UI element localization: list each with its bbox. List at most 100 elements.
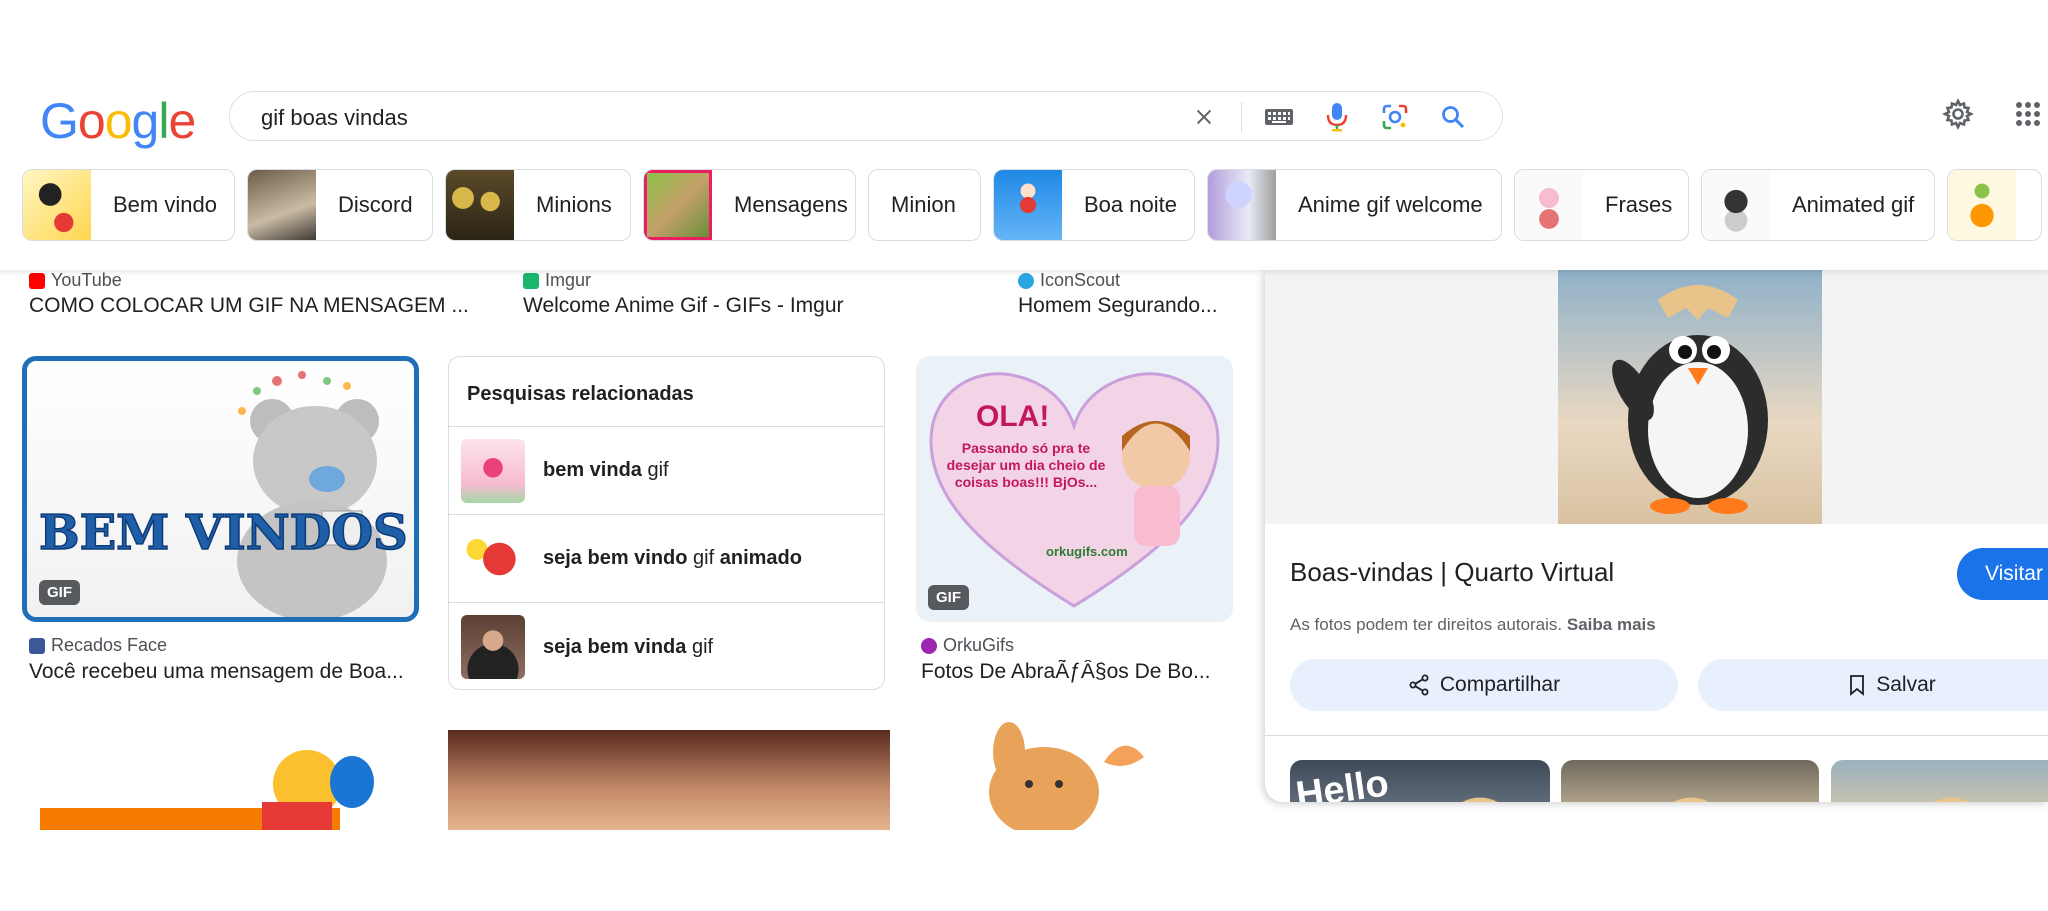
result-source[interactable]: OrkuGifs [921,635,1014,656]
related-item[interactable]: seja bem vinda gif [449,603,884,689]
logo-letter: e [168,93,196,149]
close-icon [1196,109,1212,125]
orkugifs-icon [921,637,937,654]
chip-minion[interactable]: Minion [868,169,981,241]
related-image[interactable] [1831,760,2048,802]
related-text: bem vinda gif [543,459,669,481]
related-title: Pesquisas relacionadas [449,357,884,427]
result-title[interactable]: Homem Segurando... [1018,294,1228,318]
heart-illustration: OLA! Passando só pra te desejar um dia c… [929,372,1220,608]
ola-text: OLA! [976,400,1049,433]
chip-partial[interactable] [1947,169,2042,241]
gif-badge: GIF [928,585,969,610]
result-source[interactable]: IconScout [1018,270,1120,291]
related-thumbnail [461,438,525,503]
chip-thumbnail [1948,170,2016,240]
chip-label: Mensagens [734,192,848,217]
source-name: Imgur [545,270,592,290]
share-label: Compartilhar [1439,673,1561,696]
keyboard-icon [1265,109,1293,125]
source-name: Recados Face [51,635,168,655]
chip-boa-noite[interactable]: Boa noite [993,169,1195,241]
chip-label: Frases [1605,192,1673,217]
search-input[interactable]: gif boas vindas [261,105,408,131]
visit-button[interactable]: Visitar [1957,548,2048,600]
result-title[interactable]: COMO COLOCAR UM GIF NA MENSAGEM ... [29,294,479,318]
result-source[interactable]: Recados Face [29,635,167,656]
preview-title[interactable]: Boas-vindas | Quarto Virtual [1290,557,1614,588]
keyboard-button[interactable] [1250,100,1308,134]
result-image-pooh[interactable] [22,722,414,830]
chip-anime-gif-welcome[interactable]: Anime gif welcome [1207,169,1502,241]
chip-label: Boa noite [1084,192,1177,217]
search-actions [1175,100,1482,134]
result-title[interactable]: Fotos De AbraÃƒÂ§os De Bo... [921,660,1231,684]
chip-minions[interactable]: Minions [445,169,631,241]
result-source[interactable]: YouTube [29,270,122,291]
chip-bem-vindo[interactable]: Bem vindo [22,169,235,241]
chip-thumbnail [23,170,91,240]
chip-frases[interactable]: Frases [1514,169,1689,241]
result-image-bem-vindos[interactable]: BEM VINDOS GIF [22,356,419,622]
result-image-bunny[interactable] [924,722,1234,830]
voice-search-button[interactable] [1308,100,1366,134]
logo-letter: l [158,93,169,149]
settings-button[interactable] [1938,94,1978,134]
related-item[interactable]: bem vinda gif [449,427,884,515]
chip-thumbnail [446,170,514,240]
share-icon [1409,674,1429,696]
result-image-anime[interactable] [448,730,890,830]
header-right [1938,92,2048,136]
iconscout-icon [1018,272,1034,289]
imgur-icon [523,272,539,289]
search-submit-button[interactable] [1424,100,1482,134]
preview-image[interactable] [1558,270,1822,524]
learn-more-link[interactable]: Saiba mais [1567,615,1656,634]
gear-icon [1942,98,1974,130]
hello-text: Hello [1293,762,1391,802]
apps-button[interactable] [2008,94,2048,134]
hello-penguin-thumbnail: Hello [1293,762,1498,802]
chip-thumbnail [644,170,712,240]
preview-image-area [1265,270,2048,524]
google-logo[interactable]: Google [40,92,196,150]
apps-grid-icon [2016,102,2040,126]
clear-button[interactable] [1175,100,1233,134]
chip-thumbnail [994,170,1062,240]
logo-letter: o [77,93,106,149]
related-text: seja bem vinda gif [543,635,714,658]
panel-divider [1265,735,2048,736]
chip-label: Minion [891,192,956,217]
chip-label: Minions [536,192,612,217]
youtube-icon [29,272,45,289]
chip-thumbnail [1208,170,1276,240]
related-image[interactable]: Hello [1290,760,1550,802]
copyright-notice: As fotos podem ter direitos autorais. Sa… [1290,615,1656,635]
result-title[interactable]: Welcome Anime Gif - GIFs - Imgur [523,294,953,318]
share-button[interactable]: Compartilhar [1290,659,1678,711]
chip-thumbnail [1702,170,1770,240]
header: Google gif boas vindas Bem vindo Discord… [0,0,2048,270]
bunny-illustration [989,722,1144,830]
result-title[interactable]: Você recebeu uma mensagem de Boa... [29,660,419,684]
result-source[interactable]: Imgur [523,270,591,291]
ola-site-text: orkugifs.com [1046,544,1128,559]
related-thumbnail [461,526,525,591]
search-box[interactable]: gif boas vindas [229,91,1503,141]
lens-search-button[interactable] [1366,100,1424,134]
related-item[interactable]: seja bem vindo gif animado [449,515,884,603]
chip-animated-gif[interactable]: Animated gif [1701,169,1935,241]
logo-letter: g [131,93,160,149]
related-image[interactable] [1561,760,1819,802]
camera-lens-icon [1382,104,1408,130]
save-label: Salvar [1876,673,1936,696]
chip-discord[interactable]: Discord [247,169,433,241]
gif-badge: GIF [39,580,80,605]
suggestion-chips: Bem vindo Discord Minions Mensagens Mini… [22,169,2042,241]
chip-label: Bem vindo [113,192,217,217]
save-button[interactable]: Salvar [1698,659,2048,711]
recados-face-icon [29,637,45,654]
chip-mensagens[interactable]: Mensagens [643,169,856,241]
result-image-ola[interactable]: OLA! Passando só pra te desejar um dia c… [916,356,1233,622]
related-thumbnail [461,615,525,679]
